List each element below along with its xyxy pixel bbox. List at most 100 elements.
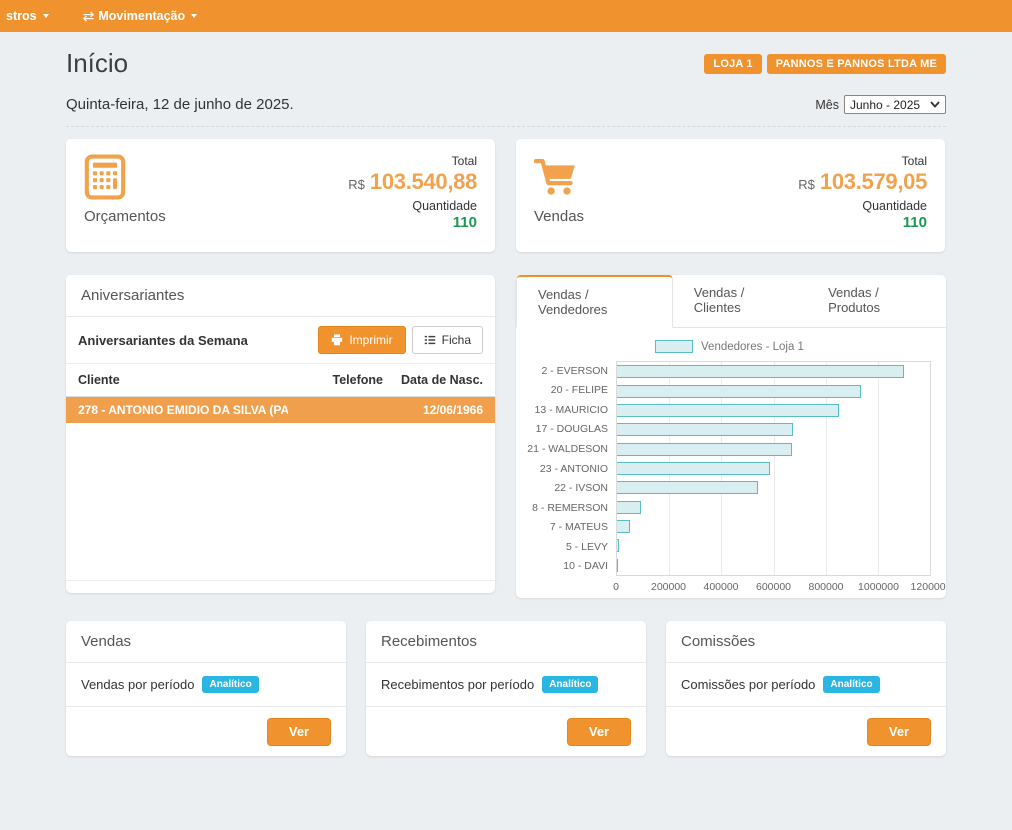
nav-item-cadastros[interactable]: stros [6,9,49,23]
chart-bar-row [617,498,930,517]
chevron-down-icon [191,14,197,18]
x-tick-label: 0 [613,581,619,593]
x-tick-label: 200000 [651,581,686,593]
month-select[interactable]: Junho - 2025 [844,95,946,114]
chart-bar-row [617,381,930,400]
chart-bar-row [617,401,930,420]
chart-bar [617,481,758,494]
swap-arrows-icon: ⇄ [83,8,95,25]
card-title: Vendas [66,621,346,663]
company-badge[interactable]: PANNOS E PANNOS LTDA ME [767,54,946,74]
chart-category-label: 2 - EVERSON [528,361,616,381]
quantity-value: 110 [348,214,477,231]
chevron-down-icon [43,14,49,18]
vendas-mini-card: Vendas Vendas por período Analítico Ver [66,621,346,756]
cell-data-nasc: 12/06/1966 [383,403,483,417]
month-select-value: Junho - 2025 [850,98,920,112]
comissoes-mini-card: Comissões Comissões por período Analític… [666,621,946,756]
card-label: Vendas [534,208,584,225]
column-telefone: Telefone [288,373,383,387]
ficha-button-label: Ficha [442,333,471,347]
chart-plot [616,361,931,576]
chart-x-axis: 020000040000060000080000010000001200000 [616,576,931,596]
subtitle: Aniversariantes da Semana [78,333,248,348]
vendas-chart-card: Vendas / Vendedores Vendas / Clientes Ve… [516,275,946,598]
card-title: Comissões [666,621,946,663]
table-row[interactable]: 278 - ANTONIO EMIDIO DA SILVA (PALE... 1… [66,397,495,423]
total-label: Total [798,154,927,168]
nav-item-movimentacao[interactable]: ⇄ Movimentação [83,8,198,25]
card-footer [66,580,495,593]
nav-item-label: Movimentação [98,9,185,23]
chart-category-label: 22 - IVSON [528,478,616,498]
chart-bar-row [617,362,930,381]
chart-tabs: Vendas / Vendedores Vendas / Clientes Ve… [516,275,946,328]
x-tick-label: 1200000 [911,581,946,593]
chart-category-label: 21 - WALDESON [528,439,616,459]
currency-symbol: R$ [348,177,365,192]
current-date: Quinta-feira, 12 de junho de 2025. [66,96,294,113]
card-title: Recebimentos [366,621,646,663]
currency-symbol: R$ [798,177,815,192]
bar-chart: Vendedores - Loja 1 2 - EVERSON20 - FELI… [516,328,946,596]
x-tick-label: 800000 [808,581,843,593]
ver-button[interactable]: Ver [867,718,931,746]
chart-category-label: 8 - REMERSON [528,498,616,518]
ver-button[interactable]: Ver [267,718,331,746]
chart-bar [617,385,861,398]
chart-bar [617,365,904,378]
ver-button[interactable]: Ver [567,718,631,746]
chart-category-label: 13 - MAURICIO [528,400,616,420]
cart-icon [534,154,584,200]
legend-label: Vendedores - Loja 1 [701,341,804,353]
chart-bar [617,559,618,572]
column-cliente: Cliente [78,373,288,387]
total-value: R$ 103.540,88 [348,169,477,195]
chart-bar [617,462,770,475]
chart-bar-row [617,420,930,439]
quantity-value: 110 [798,214,927,231]
print-button[interactable]: Imprimir [318,326,405,354]
total-amount: 103.540,88 [370,169,477,194]
printer-icon [331,334,343,346]
x-tick-label: 400000 [703,581,738,593]
chart-bar-row [617,536,930,555]
page-title: Início [66,48,128,79]
cell-cliente: 278 - ANTONIO EMIDIO DA SILVA (PALE... [78,403,288,417]
quantity-label: Quantidade [348,199,477,213]
orcamentos-card: Orçamentos Total R$103.540,88 Quantidade… [66,139,495,252]
list-icon [424,334,436,346]
tab-vendas-vendedores[interactable]: Vendas / Vendedores [516,275,673,328]
analitico-badge: Analítico [542,676,598,693]
nav-item-label: stros [6,9,37,23]
body-label: Vendas por período [81,677,194,692]
legend-swatch [655,340,693,353]
chart-category-labels: 2 - EVERSON20 - FELIPE13 - MAURICIO17 - … [528,361,616,576]
total-amount: 103.579,05 [820,169,927,194]
chart-category-label: 7 - MATEUS [528,517,616,537]
aniversariantes-card: Aniversariantes Aniversariantes da Seman… [66,275,495,593]
chart-bar [617,539,619,552]
month-label: Mês [815,98,839,112]
tab-vendas-produtos[interactable]: Vendas / Produtos [807,275,946,327]
chart-category-label: 17 - DOUGLAS [528,420,616,440]
chart-bar [617,501,641,514]
body-label: Comissões por período [681,677,815,692]
chart-legend: Vendedores - Loja 1 [528,340,931,353]
tab-vendas-clientes[interactable]: Vendas / Clientes [673,275,807,327]
quantity-label: Quantidade [798,199,927,213]
chart-category-label: 10 - DAVI [528,556,616,576]
top-navbar: stros ⇄ Movimentação [0,0,1012,32]
analitico-badge: Analítico [202,676,258,693]
chart-bar-row [617,478,930,497]
card-title: Aniversariantes [66,275,495,317]
analitico-badge: Analítico [823,676,879,693]
body-label: Recebimentos por período [381,677,534,692]
total-value: R$ 103.579,05 [798,169,927,195]
calculator-icon [84,154,166,200]
chart-category-label: 5 - LEVY [528,537,616,557]
vendas-card: Vendas Total R$ 103.579,05 Quantidade 110 [516,139,945,252]
store-badge[interactable]: LOJA 1 [704,54,761,74]
table-header: Cliente Telefone Data de Nasc. [66,364,495,397]
ficha-button[interactable]: Ficha [412,326,483,354]
